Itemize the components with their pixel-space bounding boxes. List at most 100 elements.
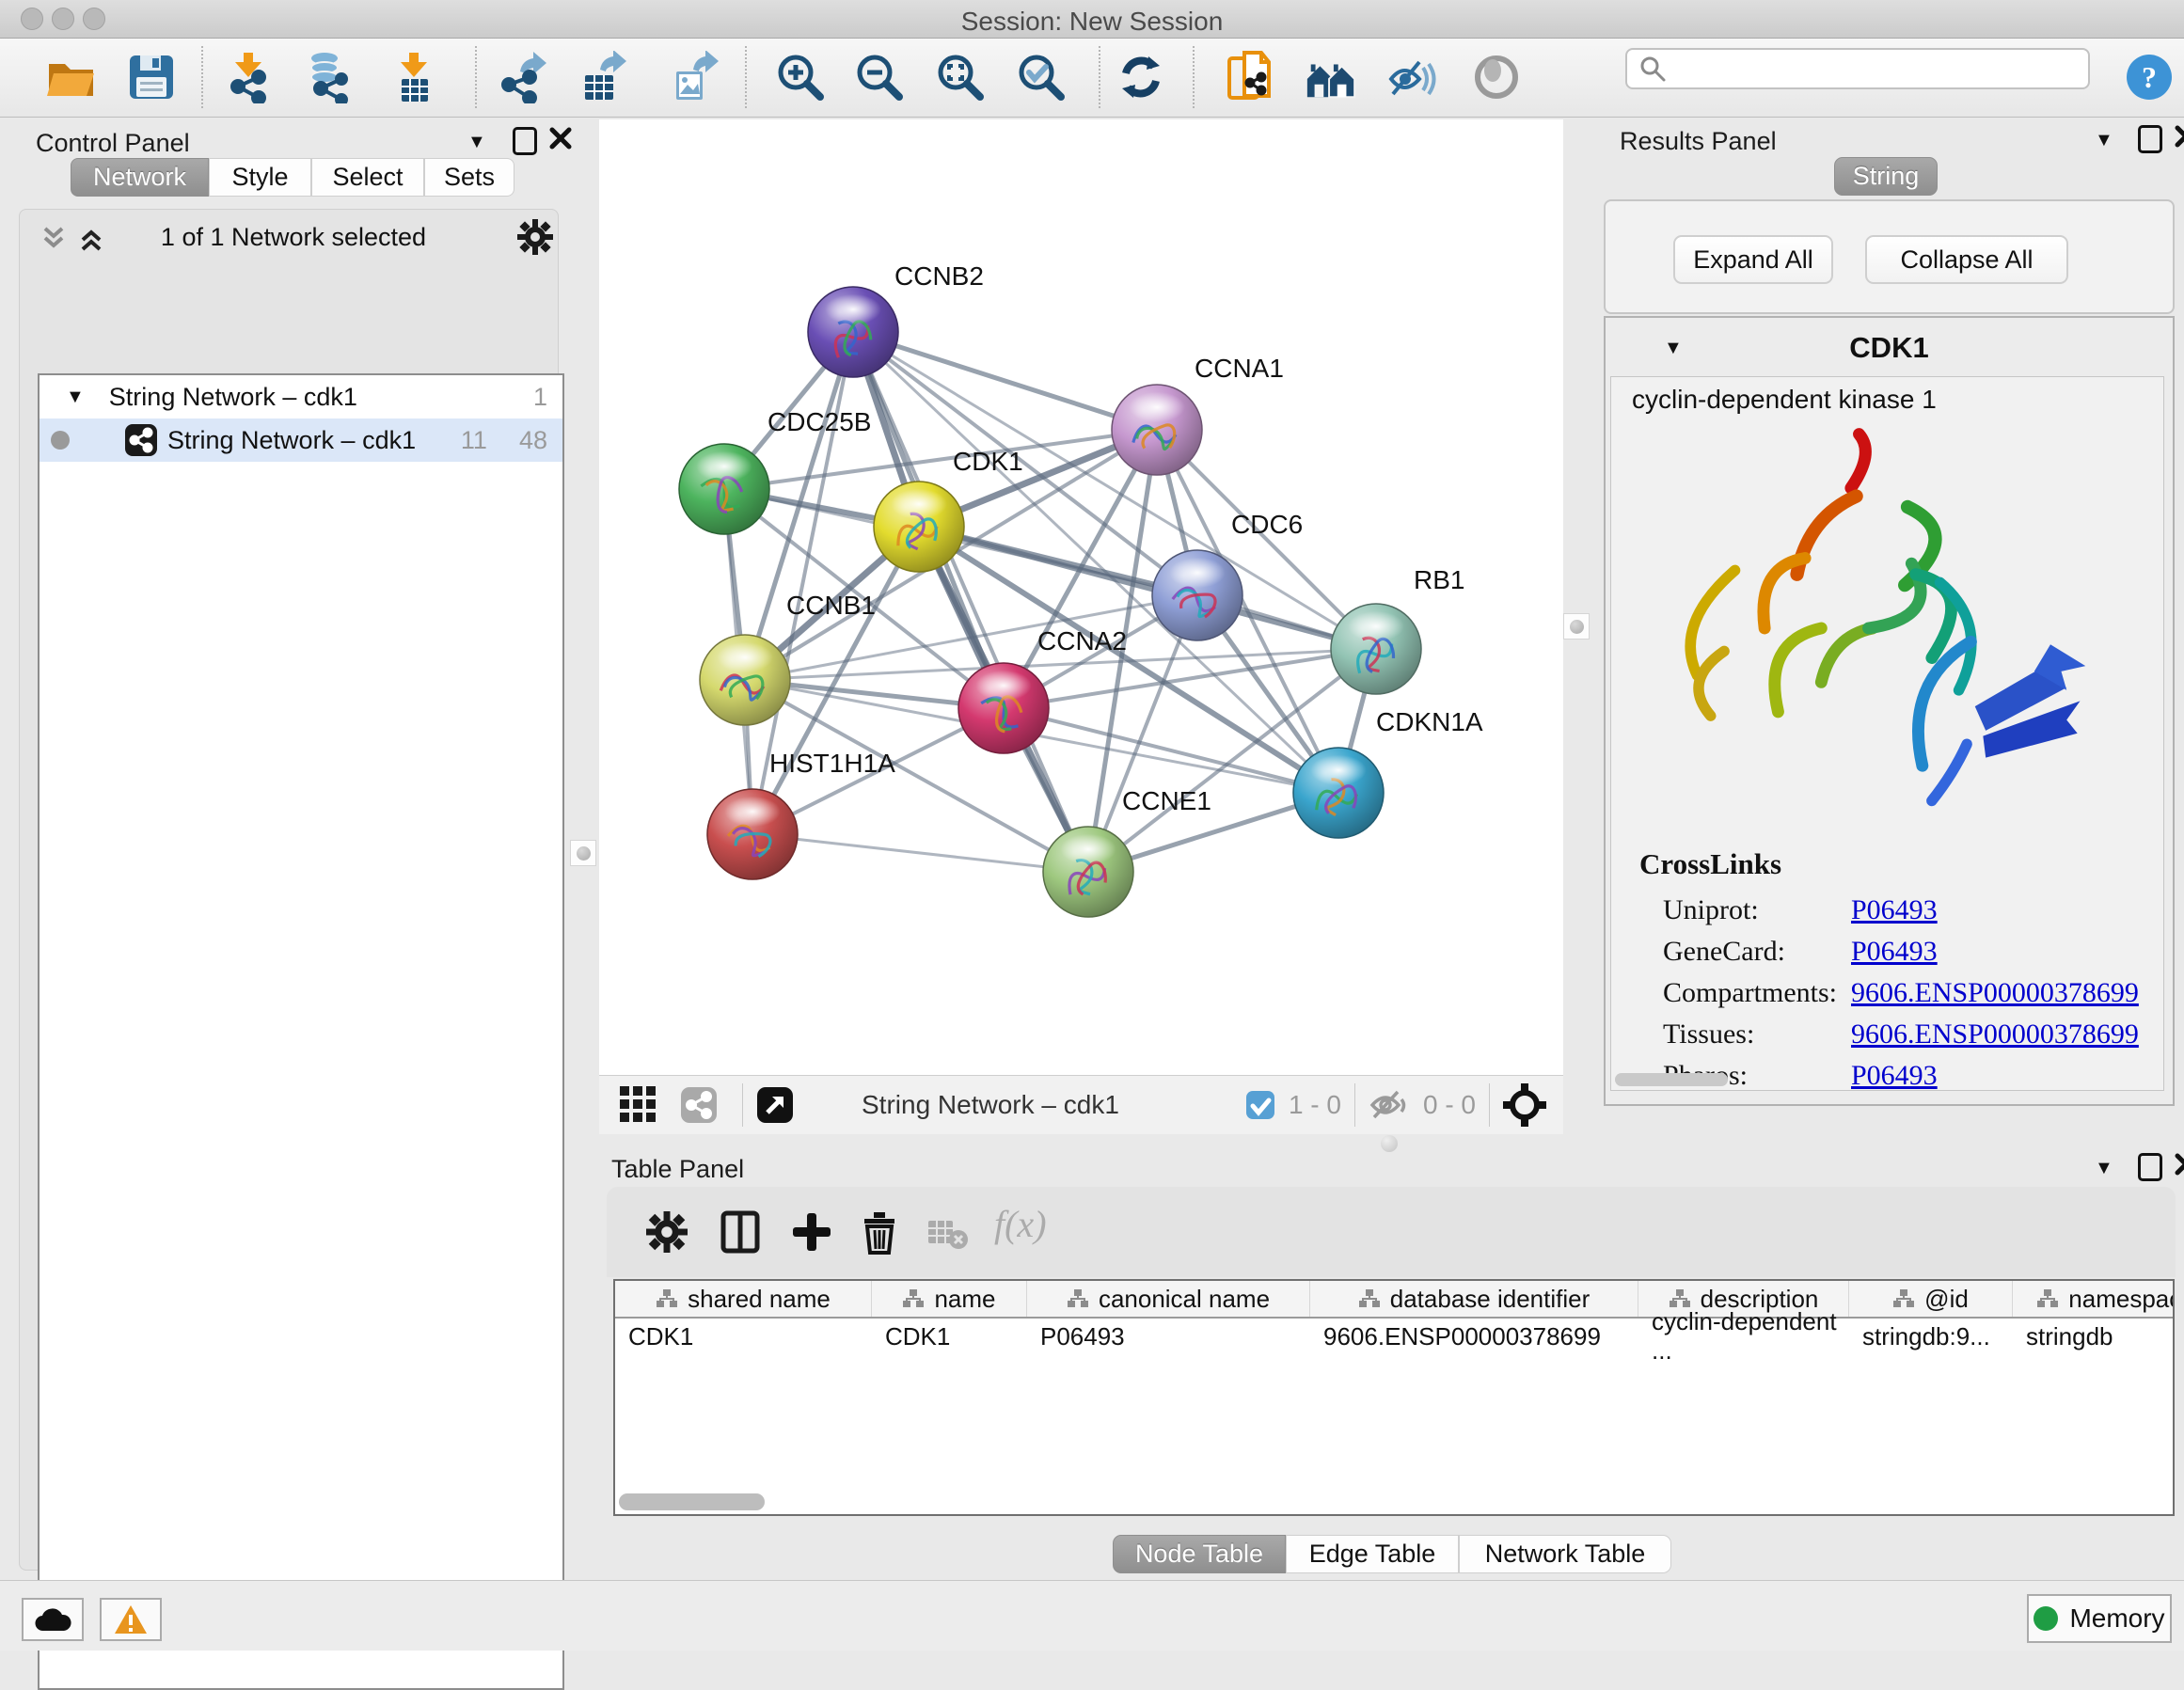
crosslink-value-link[interactable]: 9606.ENSP00000378699	[1851, 977, 2139, 1009]
string-sphere-button[interactable]	[1469, 50, 1524, 104]
delete-column-trash-icon[interactable]	[859, 1209, 900, 1255]
control-panel-float-icon[interactable]	[513, 127, 537, 155]
tab-network-table[interactable]: Network Table	[1459, 1535, 1671, 1573]
column-header-shared-name[interactable]: shared name	[615, 1281, 872, 1317]
network-view-icon[interactable]	[680, 1086, 718, 1124]
string-homes-button[interactable]	[1304, 50, 1358, 104]
column-header-namespace[interactable]: namespace	[2013, 1281, 2175, 1317]
column-header-database-identifier[interactable]: database identifier	[1310, 1281, 1638, 1317]
zoom-selected-button[interactable]	[1014, 50, 1068, 104]
node-CCNB2[interactable]: CCNB2	[808, 261, 984, 377]
edge-HIST1H1A-CCNE1[interactable]	[752, 834, 1088, 872]
zoom-out-button[interactable]	[852, 50, 907, 104]
left-splitter-handle[interactable]	[570, 840, 596, 866]
export-image-button[interactable]	[668, 50, 722, 104]
table-hscroll-thumb[interactable]	[619, 1493, 765, 1510]
delete-table-icon[interactable]	[926, 1217, 970, 1251]
node-CDKN1A[interactable]: CDKN1A	[1293, 707, 1483, 838]
expand-all-button[interactable]: Expand All	[1673, 235, 1833, 284]
table-panel-menu-icon[interactable]: ▼	[2095, 1159, 2113, 1177]
edge-CCNB2-CCNA1[interactable]	[853, 332, 1157, 430]
search-field[interactable]	[1625, 48, 2090, 89]
export-table-button[interactable]	[577, 50, 631, 104]
table-toolbar: f(x)	[607, 1187, 2176, 1277]
crosslink-value-link[interactable]: P06493	[1851, 936, 1938, 968]
table-cell[interactable]: cyclin-dependent ...	[1638, 1319, 1849, 1354]
import-network-database-button[interactable]	[303, 50, 357, 104]
control-panel-menu-icon[interactable]: ▼	[467, 133, 486, 151]
tab-edge-table[interactable]: Edge Table	[1286, 1535, 1459, 1573]
edge-CCNB2-CCNE1[interactable]	[853, 332, 1088, 872]
string-import-file-button[interactable]	[1221, 50, 1275, 104]
string-network-graph[interactable]: CCNB2CCNA1CDC25BCDK1CDC6RB1CCNB1CCNA2CDK…	[599, 119, 1563, 1075]
collection-collapse-icon[interactable]: ▼	[66, 387, 85, 406]
tab-style[interactable]: Style	[209, 158, 311, 197]
node-table[interactable]: shared namenamecanonical namedatabase id…	[613, 1279, 2175, 1516]
birdseye-crosshair-icon[interactable]	[1503, 1083, 1546, 1127]
node-CCNA1[interactable]: CCNA1	[1112, 354, 1284, 475]
results-panel-menu-icon[interactable]: ▼	[2095, 131, 2113, 150]
toolbar-separator	[745, 46, 747, 108]
import-table-button[interactable]	[388, 50, 442, 104]
expand-all-icon[interactable]	[77, 225, 105, 253]
memory-button[interactable]: Memory	[2027, 1594, 2172, 1643]
add-column-icon[interactable]	[791, 1211, 832, 1253]
help-button[interactable]: ?	[2122, 50, 2176, 104]
table-cell[interactable]: 9606.ENSP00000378699	[1310, 1319, 1638, 1354]
results-panel-title: Results Panel	[1620, 127, 1777, 156]
results-hscroll-thumb[interactable]	[1615, 1073, 1728, 1086]
tab-network[interactable]: Network	[71, 158, 209, 197]
table-options-gear-icon[interactable]	[646, 1211, 688, 1253]
tab-string[interactable]: String	[1834, 157, 1938, 196]
search-icon	[1638, 55, 1667, 83]
control-panel-close-icon[interactable]	[549, 127, 572, 150]
crosslink-value-link[interactable]: 9606.ENSP00000378699	[1851, 1019, 2139, 1050]
edge-CDK1-RB1[interactable]	[919, 527, 1376, 649]
collapse-all-icon[interactable]	[40, 225, 68, 253]
grid-view-icon[interactable]	[620, 1086, 657, 1124]
import-network-file-button[interactable]	[222, 50, 277, 104]
results-panel-float-icon[interactable]	[2138, 125, 2162, 153]
table-cell[interactable]: stringdb:9...	[1849, 1319, 2013, 1354]
save-session-button[interactable]	[124, 50, 179, 104]
node-RB1[interactable]: RB1	[1331, 565, 1464, 694]
node-HIST1H1A[interactable]: HIST1H1A	[707, 749, 895, 879]
open-session-button[interactable]	[43, 50, 98, 104]
tab-sets[interactable]: Sets	[424, 158, 514, 197]
export-network-button[interactable]	[497, 50, 551, 104]
column-header-canonical-name[interactable]: canonical name	[1027, 1281, 1310, 1317]
node-label-CCNB2: CCNB2	[894, 261, 984, 291]
network-options-gear-icon[interactable]	[517, 219, 553, 255]
show-columns-icon[interactable]	[718, 1209, 763, 1255]
table-cell[interactable]: P06493	[1027, 1319, 1310, 1354]
table-cell[interactable]: CDK1	[872, 1319, 1027, 1354]
network-collection-row[interactable]: ▼ String Network – cdk1 1	[40, 375, 562, 419]
collapse-all-button[interactable]: Collapse All	[1865, 235, 2068, 284]
hidden-eye-icon[interactable]	[1369, 1088, 1410, 1122]
network-row[interactable]: String Network – cdk1 11 48	[40, 419, 562, 462]
table-cell[interactable]: stringdb	[2013, 1319, 2175, 1354]
column-type-icon	[1067, 1288, 1089, 1309]
node-CCNE1[interactable]: CCNE1	[1043, 786, 1211, 917]
crosslink-value-link[interactable]: P06493	[1851, 1060, 1938, 1092]
cloud-button[interactable]	[22, 1598, 84, 1641]
warning-button[interactable]	[100, 1598, 162, 1641]
column-header--id[interactable]: @id	[1849, 1281, 2013, 1317]
network-canvas[interactable]: CCNB2CCNA1CDC25BCDK1CDC6RB1CCNB1CCNA2CDK…	[599, 119, 1563, 1075]
table-cell[interactable]: CDK1	[615, 1319, 872, 1354]
zoom-in-button[interactable]	[773, 50, 828, 104]
table-panel-close-icon[interactable]	[2175, 1153, 2184, 1176]
zoom-fit-button[interactable]	[933, 50, 988, 104]
function-builder-icon[interactable]: f(x)	[994, 1202, 1047, 1246]
table-panel-float-icon[interactable]	[2138, 1153, 2162, 1181]
results-panel-close-icon[interactable]	[2175, 125, 2184, 148]
tab-node-table[interactable]: Node Table	[1113, 1535, 1286, 1573]
table-row[interactable]: CDK1CDK1P064939606.ENSP00000378699cyclin…	[615, 1319, 2173, 1354]
column-header-name[interactable]: name	[872, 1281, 1027, 1317]
detach-view-icon[interactable]	[756, 1086, 794, 1124]
string-visibility-button[interactable]	[1385, 50, 1439, 104]
crosslink-value-link[interactable]: P06493	[1851, 894, 1938, 926]
tab-select[interactable]: Select	[311, 158, 424, 197]
selected-checkbox-icon[interactable]	[1245, 1090, 1275, 1120]
apply-layout-button[interactable]	[1114, 50, 1168, 104]
